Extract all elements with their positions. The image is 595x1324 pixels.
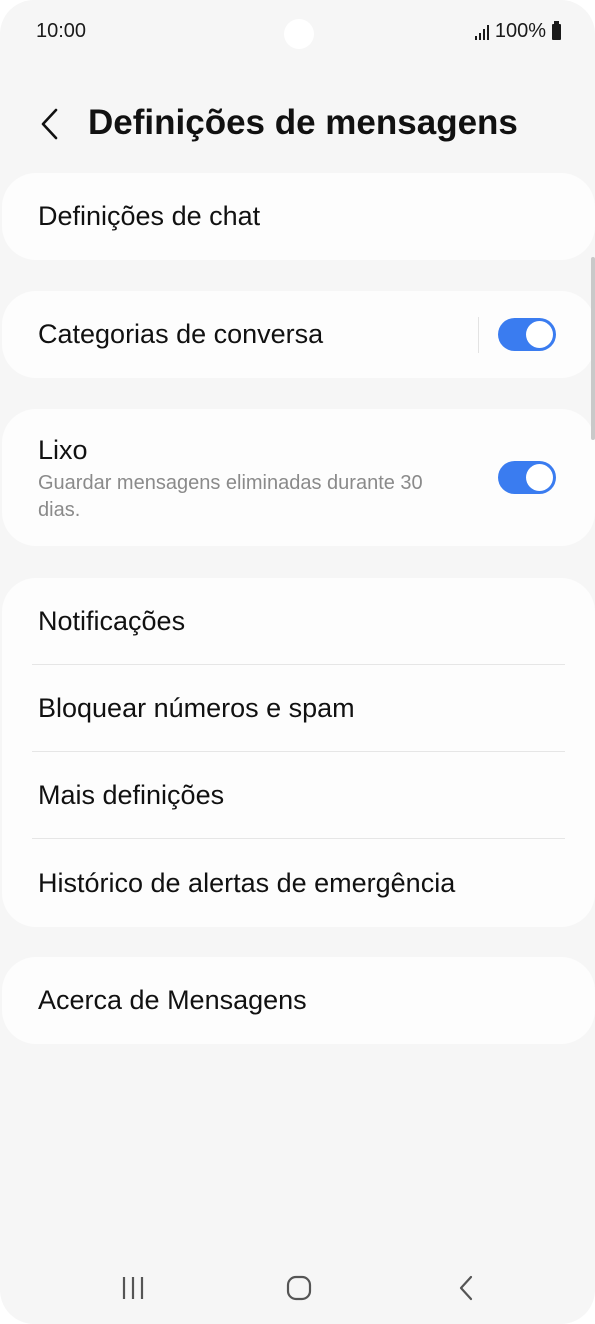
nav-back-button[interactable] bbox=[444, 1268, 488, 1308]
more-settings-item[interactable]: Mais definições bbox=[2, 752, 595, 839]
settings-group-card: Notificações Bloquear números e spam Mai… bbox=[2, 578, 595, 927]
trash-description: Guardar mensagens eliminadas durante 30 … bbox=[38, 472, 423, 521]
notifications-label: Notificações bbox=[38, 606, 186, 636]
screen: 10:00 100% Definições de mensagens Defin… bbox=[0, 0, 595, 1324]
back-button[interactable] bbox=[30, 104, 70, 144]
trash-item[interactable]: Lixo Guardar mensagens eliminadas durant… bbox=[2, 409, 595, 546]
emergency-alerts-item[interactable]: Histórico de alertas de emergência bbox=[2, 839, 595, 927]
notifications-item[interactable]: Notificações bbox=[2, 578, 595, 665]
about-card: Acerca de Mensagens bbox=[2, 957, 595, 1044]
trash-label: Lixo bbox=[38, 435, 88, 465]
chat-settings-item[interactable]: Definições de chat bbox=[2, 173, 595, 260]
conversation-categories-card: Categorias de conversa bbox=[2, 291, 595, 378]
about-label: Acerca de Mensagens bbox=[38, 985, 307, 1015]
trash-toggle[interactable] bbox=[498, 461, 556, 494]
scrollbar[interactable] bbox=[591, 257, 595, 440]
home-button[interactable] bbox=[277, 1268, 321, 1308]
toggle-knob bbox=[526, 464, 553, 491]
conversation-categories-item[interactable]: Categorias de conversa bbox=[2, 291, 595, 378]
conversation-categories-toggle[interactable] bbox=[498, 318, 556, 351]
toggle-separator bbox=[478, 317, 479, 353]
status-indicators: 100% bbox=[474, 20, 561, 43]
back-arrow-icon bbox=[41, 108, 58, 140]
front-camera bbox=[284, 19, 314, 49]
trash-card: Lixo Guardar mensagens eliminadas durant… bbox=[2, 409, 595, 546]
recents-button[interactable] bbox=[111, 1268, 155, 1308]
battery-icon bbox=[552, 20, 561, 40]
recents-icon bbox=[122, 1277, 144, 1299]
block-numbers-item[interactable]: Bloquear números e spam bbox=[2, 665, 595, 752]
page-title: Definições de mensagens bbox=[88, 103, 518, 142]
chat-settings-label: Definições de chat bbox=[38, 201, 261, 231]
signal-icon bbox=[474, 24, 489, 40]
block-numbers-label: Bloquear números e spam bbox=[38, 693, 355, 723]
toggle-knob bbox=[526, 321, 553, 348]
nav-back-icon bbox=[459, 1275, 473, 1301]
chat-settings-card: Definições de chat bbox=[2, 173, 595, 260]
battery-percent: 100% bbox=[494, 20, 546, 42]
about-item[interactable]: Acerca de Mensagens bbox=[2, 957, 595, 1044]
more-settings-label: Mais definições bbox=[38, 780, 225, 810]
emergency-alerts-label: Histórico de alertas de emergência bbox=[38, 867, 456, 898]
conversation-categories-label: Categorias de conversa bbox=[38, 319, 324, 349]
status-time: 10:00 bbox=[36, 20, 87, 42]
home-icon bbox=[286, 1275, 312, 1301]
